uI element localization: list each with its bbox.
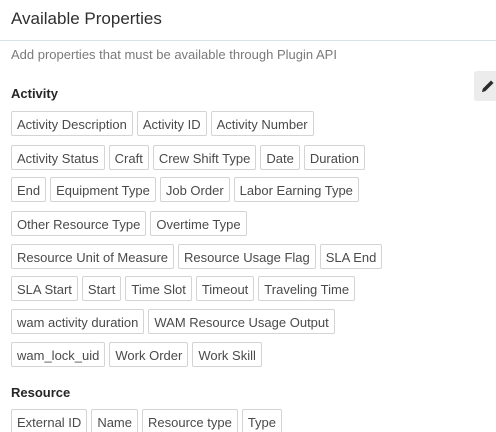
property-chip[interactable]: External ID — [11, 409, 88, 432]
property-chip-row: wam activity duration WAM Resource Usage … — [11, 309, 335, 334]
property-chip[interactable]: WAM Resource Usage Output — [148, 309, 335, 334]
property-chip[interactable]: wam_lock_uid — [11, 342, 106, 367]
property-chip[interactable]: Labor Earning Type — [233, 177, 359, 202]
section-title-resource: Resource — [11, 385, 71, 400]
property-chip[interactable]: Activity Description — [11, 111, 133, 136]
property-chip-row: SLA Start Start Time Slot Timeout Traveling … — [11, 276, 356, 301]
property-chip[interactable]: Equipment Type — [50, 177, 156, 202]
property-chip[interactable]: Resource Usage Flag — [178, 244, 316, 269]
property-chip-row: wam_lock_uid Work Order Work Skill — [11, 342, 262, 367]
property-chip[interactable]: End — [11, 177, 47, 202]
panel-title: Available Properties — [11, 9, 162, 28]
property-chip[interactable]: Activity ID — [136, 111, 207, 136]
property-chip-row: Activity Description Activity ID Activity … — [11, 111, 314, 136]
property-chip[interactable]: Activity Number — [210, 111, 314, 136]
property-chip-row: Other Resource Type Overtime Type — [11, 211, 247, 236]
property-chip[interactable]: Overtime Type — [150, 211, 247, 236]
property-chip[interactable]: Type — [241, 409, 283, 432]
section-title-activity: Activity — [11, 86, 58, 101]
property-chip[interactable]: wam activity duration — [11, 309, 145, 334]
property-chip[interactable]: SLA End — [319, 244, 383, 269]
property-chip-row: End Equipment Type Job Order Labor Earning … — [11, 177, 359, 202]
property-chip[interactable]: Duration — [303, 145, 365, 170]
property-chip[interactable]: Timeout — [195, 276, 255, 301]
property-chip[interactable]: Work Skill — [192, 342, 262, 367]
property-chip[interactable]: SLA Start — [11, 276, 78, 301]
property-chip[interactable]: Start — [81, 276, 122, 301]
property-chip-row: External ID Name Resource type Type — [11, 409, 283, 432]
edit-button[interactable] — [474, 71, 496, 101]
panel-subtitle: Add properties that must be available th… — [11, 47, 337, 62]
property-chip[interactable]: Time Slot — [125, 276, 192, 301]
property-chip[interactable]: Activity Status — [11, 145, 105, 170]
property-chip[interactable]: Craft — [108, 145, 149, 170]
pencil-icon — [482, 80, 494, 92]
property-chip[interactable]: Other Resource Type — [11, 211, 147, 236]
title-divider — [0, 40, 496, 41]
property-chip-row: Activity Status Craft Crew Shift Type Date D… — [11, 145, 365, 170]
property-chip-row: Resource Unit of Measure Resource Usage F… — [11, 244, 383, 269]
available-properties-panel: Available Properties Add properties that… — [0, 0, 496, 432]
property-chip[interactable]: Crew Shift Type — [152, 145, 257, 170]
property-chip[interactable]: Job Order — [159, 177, 230, 202]
property-chip[interactable]: Resource Unit of Measure — [11, 244, 175, 269]
property-chip[interactable]: Work Order — [109, 342, 189, 367]
property-chip[interactable]: Resource type — [142, 409, 238, 432]
property-chip[interactable]: Date — [260, 145, 300, 170]
property-chip[interactable]: Traveling Time — [258, 276, 356, 301]
property-chip[interactable]: Name — [91, 409, 138, 432]
